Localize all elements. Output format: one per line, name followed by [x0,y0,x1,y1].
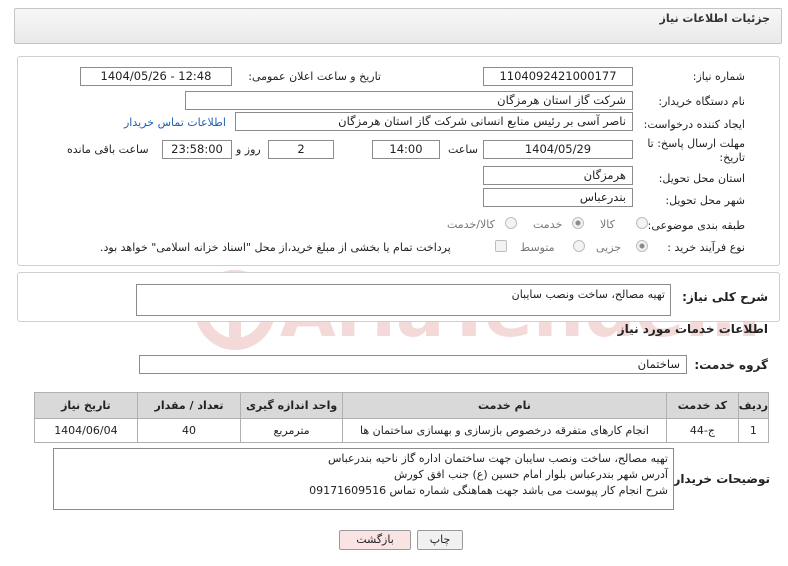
creator-label: ایجاد کننده درخواست: [643,118,745,131]
announce-label: تاریخ و ساعت اعلان عمومی: [248,70,381,83]
category-option-goods-service: کالا/خدمت [447,218,495,231]
cell-need-date: 1404/06/04 [34,418,138,443]
service-group-field[interactable]: ساختمان [139,355,687,374]
city-label: شهر محل تحویل: [665,194,745,207]
buyer-notes-line: تهیه مصالح، ساخت ونصب سایبان جهت ساختمان… [327,452,668,465]
buyer-notes-textarea[interactable]: تهیه مصالح، ساخت ونصب سایبان جهت ساختمان… [53,448,674,510]
cell-service-code: ج-44 [666,418,739,443]
summary-label: شرح کلی نیاز: [682,290,768,304]
col-unit: واحد اندازه گیری [240,392,343,419]
cell-row: 1 [737,418,770,443]
services-section-title: اطلاعات خدمات مورد نیاز [617,322,768,336]
buyer-label: نام دستگاه خریدار: [658,95,745,108]
col-row: ردیف [737,392,770,419]
cell-service-name: انجام کارهای متفرقه درخصوص بازسازی و بهس… [341,418,668,443]
category-label: طبقه بندی موضوعی: [647,219,745,232]
services-table: ردیف کد خدمت نام خدمت واحد اندازه گیری ت… [34,392,770,443]
buyer-contact-link[interactable]: اطلاعات تماس خریدار [124,116,226,129]
days-field[interactable]: 2 [268,140,334,159]
category-option-service: خدمت [533,218,563,231]
remaining-label: ساعت باقی مانده [67,143,149,156]
category-radio-goods[interactable] [636,217,648,229]
table-row[interactable]: 1 ج-44 انجام کارهای متفرقه درخصوص بازساز… [34,418,770,443]
announce-field[interactable]: 1404/05/26 - 12:48 [80,67,232,86]
col-service-code: کد خدمت [666,392,739,419]
col-need-date: تاریخ نیاز [34,392,138,419]
buyer-notes-line: آدرس شهر بندرعباس بلوار امام حسین (ع) جن… [393,468,668,481]
cell-quantity: 40 [136,418,242,443]
col-quantity: تعداد / مقدار [136,392,242,419]
buyer-field[interactable]: شرکت گاز استان هرمزگان [185,91,633,110]
province-label: استان محل تحویل: [658,172,745,185]
category-option-goods: کالا [600,218,615,231]
buyer-notes-line: شرح انجام کار پیوست می باشد جهت هماهنگی … [309,484,668,497]
summary-text: تهیه مصالح، ساخت ونصب سایبان [511,288,665,301]
services-table-header: ردیف کد خدمت نام خدمت واحد اندازه گیری ت… [34,392,770,419]
category-radio-service[interactable] [572,217,584,229]
category-radio-goods-service[interactable] [505,217,517,229]
page-title: جزئیات اطلاعات نیاز [659,12,771,25]
deadline-date-field[interactable]: 1404/05/29 [483,140,633,159]
days-label: روز و [236,143,261,156]
need-number-label: شماره نیاز: [692,70,745,83]
creator-field[interactable]: ناصر آسی بر رئیس منابع انسانی شرکت گاز ا… [235,112,633,131]
back-button[interactable]: بازگشت [339,530,411,550]
city-field[interactable]: بندرعباس [483,188,633,207]
summary-textarea[interactable]: تهیه مصالح، ساخت ونصب سایبان [136,284,671,316]
service-group-label: گروه خدمت: [694,358,768,372]
province-field[interactable]: هرمزگان [483,166,633,185]
deadline-time-label: ساعت [448,143,478,156]
print-button[interactable]: چاپ [417,530,463,550]
deadline-label: مهلت ارسال پاسخ: تا تاریخ: [647,137,745,164]
cell-unit: مترمربع [240,418,343,443]
deadline-time-field[interactable]: 14:00 [372,140,440,159]
remaining-time-field[interactable]: 23:58:00 [162,140,232,159]
col-service-name: نام خدمت [341,392,668,419]
buyer-notes-label: توضیحات خریدار: [668,472,770,486]
need-number-field[interactable]: 1104092421000177 [483,67,633,86]
